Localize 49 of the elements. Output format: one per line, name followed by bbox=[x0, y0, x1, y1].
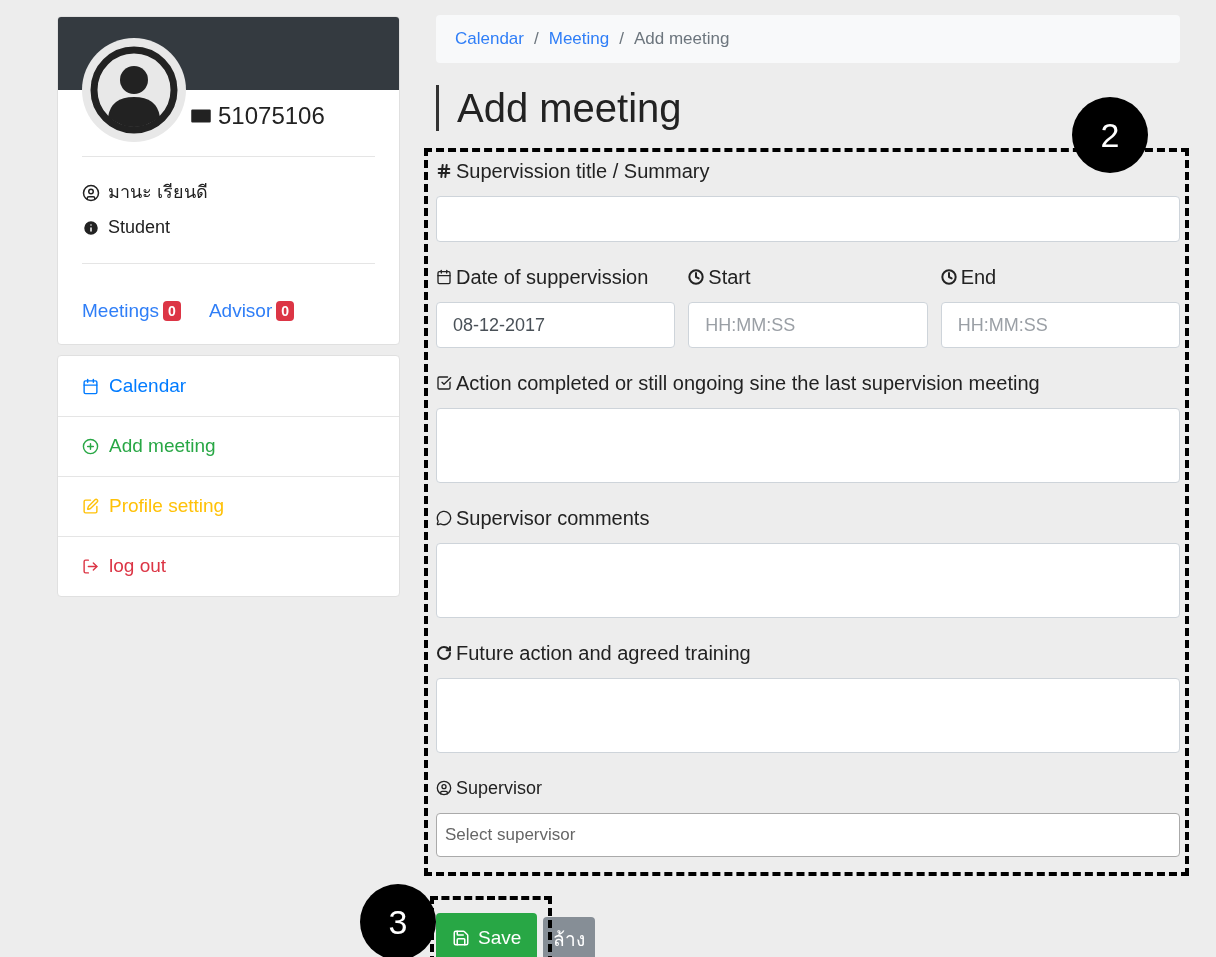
breadcrumb-link[interactable]: Calendar bbox=[455, 26, 524, 52]
field-label: Future action and agreed training bbox=[456, 641, 751, 666]
hash-icon bbox=[436, 163, 452, 179]
clock-icon bbox=[940, 269, 957, 285]
input-field[interactable]: HH:MM:SS bbox=[940, 302, 1180, 348]
user-role: Student bbox=[108, 216, 171, 239]
menu-item[interactable]: Calendar bbox=[58, 356, 399, 416]
clear-button[interactable]: ล้าง bbox=[543, 917, 596, 957]
profile-link[interactable]: Meetings bbox=[82, 297, 160, 326]
plus-icon bbox=[82, 438, 99, 455]
field-label: Supervisor bbox=[456, 776, 543, 800]
text-area[interactable] bbox=[436, 408, 1180, 483]
input-field[interactable]: HH:MM:SS bbox=[688, 302, 928, 348]
breadcrumb-separator: / bbox=[619, 28, 624, 51]
input-field[interactable] bbox=[436, 196, 1180, 242]
logout-icon bbox=[82, 558, 99, 575]
user-name: มานะ เรียนดี bbox=[108, 181, 208, 204]
student-id: 51075106 bbox=[218, 101, 325, 131]
count-badge: 0 bbox=[276, 301, 295, 322]
user-icon bbox=[436, 780, 452, 796]
field-label: Date of suppervission bbox=[456, 265, 649, 290]
calendar-icon bbox=[82, 377, 99, 395]
breadcrumb-link[interactable]: Meeting bbox=[548, 26, 610, 52]
menu-item[interactable]: Add meeting bbox=[58, 416, 399, 476]
clock-icon bbox=[688, 269, 705, 285]
checkbox-icon bbox=[436, 375, 452, 391]
calendar-icon bbox=[436, 269, 452, 285]
save-button[interactable]: Save bbox=[436, 913, 538, 957]
menu-item[interactable]: log out bbox=[58, 536, 399, 596]
field-label: Supervisor comments bbox=[456, 506, 650, 531]
profile-link[interactable]: Advisor bbox=[208, 297, 273, 326]
field-label: End bbox=[960, 265, 997, 290]
speech-bubble-icon bbox=[436, 510, 452, 526]
save-icon bbox=[452, 929, 470, 947]
rotate-arrow-icon bbox=[436, 645, 452, 661]
edit-icon bbox=[82, 498, 99, 515]
breadcrumb-current: Add meeting bbox=[633, 28, 730, 51]
text-area[interactable] bbox=[436, 543, 1180, 618]
callout-number: 3 bbox=[360, 884, 436, 957]
count-badge: 0 bbox=[163, 301, 181, 322]
breadcrumb-separator: / bbox=[534, 28, 539, 51]
user-icon bbox=[82, 183, 100, 202]
field-label: Supervission title / Summary bbox=[456, 159, 710, 184]
field-label: Start bbox=[708, 265, 751, 290]
info-icon bbox=[82, 218, 100, 237]
input-field[interactable]: 08-12-2017 bbox=[436, 302, 676, 348]
text-area[interactable] bbox=[436, 678, 1180, 753]
field-label: Action completed or still ongoing sine the last supervision meeting bbox=[456, 371, 1040, 396]
select-field[interactable]: Select supervisor bbox=[436, 813, 1180, 857]
